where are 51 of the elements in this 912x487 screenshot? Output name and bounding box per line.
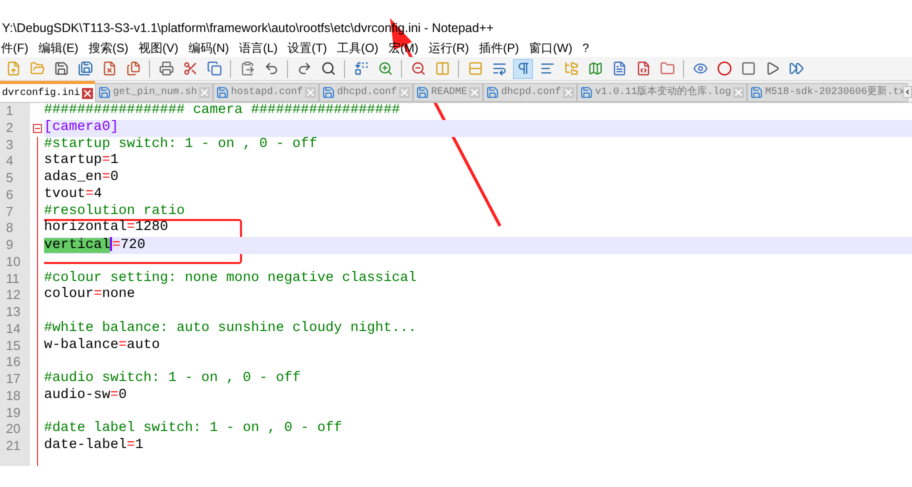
code-comment: #date label switch: 1 - on , 0 - off xyxy=(44,421,342,436)
line-number: 14 xyxy=(0,320,30,338)
line-number: 8 xyxy=(0,220,30,237)
code-line: audio-sw=0 xyxy=(44,388,127,403)
line-number: 16 xyxy=(0,354,30,371)
code-section: [camera0] xyxy=(44,120,119,135)
line-number: 12 xyxy=(0,287,30,304)
code-line: colour=none xyxy=(44,287,136,302)
line-number: 19 xyxy=(0,404,30,422)
line-number: 18 xyxy=(0,388,30,404)
menu-item[interactable]: 插件(P) xyxy=(478,39,520,57)
menu-item[interactable]: 窗口(W) xyxy=(528,39,574,57)
line-number: 9 xyxy=(0,237,30,254)
line-number: 10 xyxy=(0,254,30,270)
menu-item[interactable]: 搜索(S) xyxy=(87,39,130,57)
line-number: 21 xyxy=(0,438,30,455)
code-line: w-balance=auto xyxy=(44,338,160,352)
code-line: vertical=720 xyxy=(44,238,146,253)
line-number: 2 xyxy=(0,120,30,136)
file-tab[interactable]: dvrconfig.ini xyxy=(0,81,96,102)
menu-item[interactable]: 件(F) xyxy=(0,39,30,57)
line-number: 3 xyxy=(0,136,30,154)
code-comment: #audio switch: 1 - on , 0 - off xyxy=(44,371,301,386)
line-number: 7 xyxy=(0,204,30,220)
line-number: 15 xyxy=(0,338,30,354)
menu-item[interactable]: 编码(N) xyxy=(187,39,230,57)
code-line: tvout=4 xyxy=(44,186,102,202)
menu-item[interactable]: 运行(R) xyxy=(427,39,470,57)
code-line: adas_en=0 xyxy=(44,170,119,185)
code-line: date-label=1 xyxy=(44,438,144,453)
line-number: 6 xyxy=(0,186,30,204)
menu-item[interactable]: 编辑(E) xyxy=(37,39,80,57)
menu-item[interactable]: 工具(O) xyxy=(336,39,380,57)
line-number: 1 xyxy=(0,103,30,120)
line-number: 11 xyxy=(0,270,30,288)
code-comment: #startup switch: 1 - on , 0 - off xyxy=(44,136,318,152)
code-line: horizontal=1280 xyxy=(44,220,168,236)
menu-item[interactable]: 语言(L) xyxy=(238,39,279,57)
line-number: 17 xyxy=(0,371,30,388)
code-comment: #white balance: auto sunshine cloudy night... xyxy=(44,320,417,336)
code-comment: #colour setting: none mono negative classical xyxy=(44,270,417,286)
menu-item[interactable]: ? xyxy=(581,39,590,57)
line-number: 13 xyxy=(0,304,30,321)
line-number: 4 xyxy=(0,153,30,170)
menu-item[interactable]: 设置(T) xyxy=(286,39,328,57)
code-comment: ################# camera ################## xyxy=(44,103,400,118)
line-number: 5 xyxy=(0,170,30,187)
code-line: startup=1 xyxy=(44,153,119,168)
line-number: 20 xyxy=(0,421,30,438)
menu-item[interactable]: 视图(V) xyxy=(137,39,180,57)
code-comment: #resolution ratio xyxy=(44,204,185,218)
